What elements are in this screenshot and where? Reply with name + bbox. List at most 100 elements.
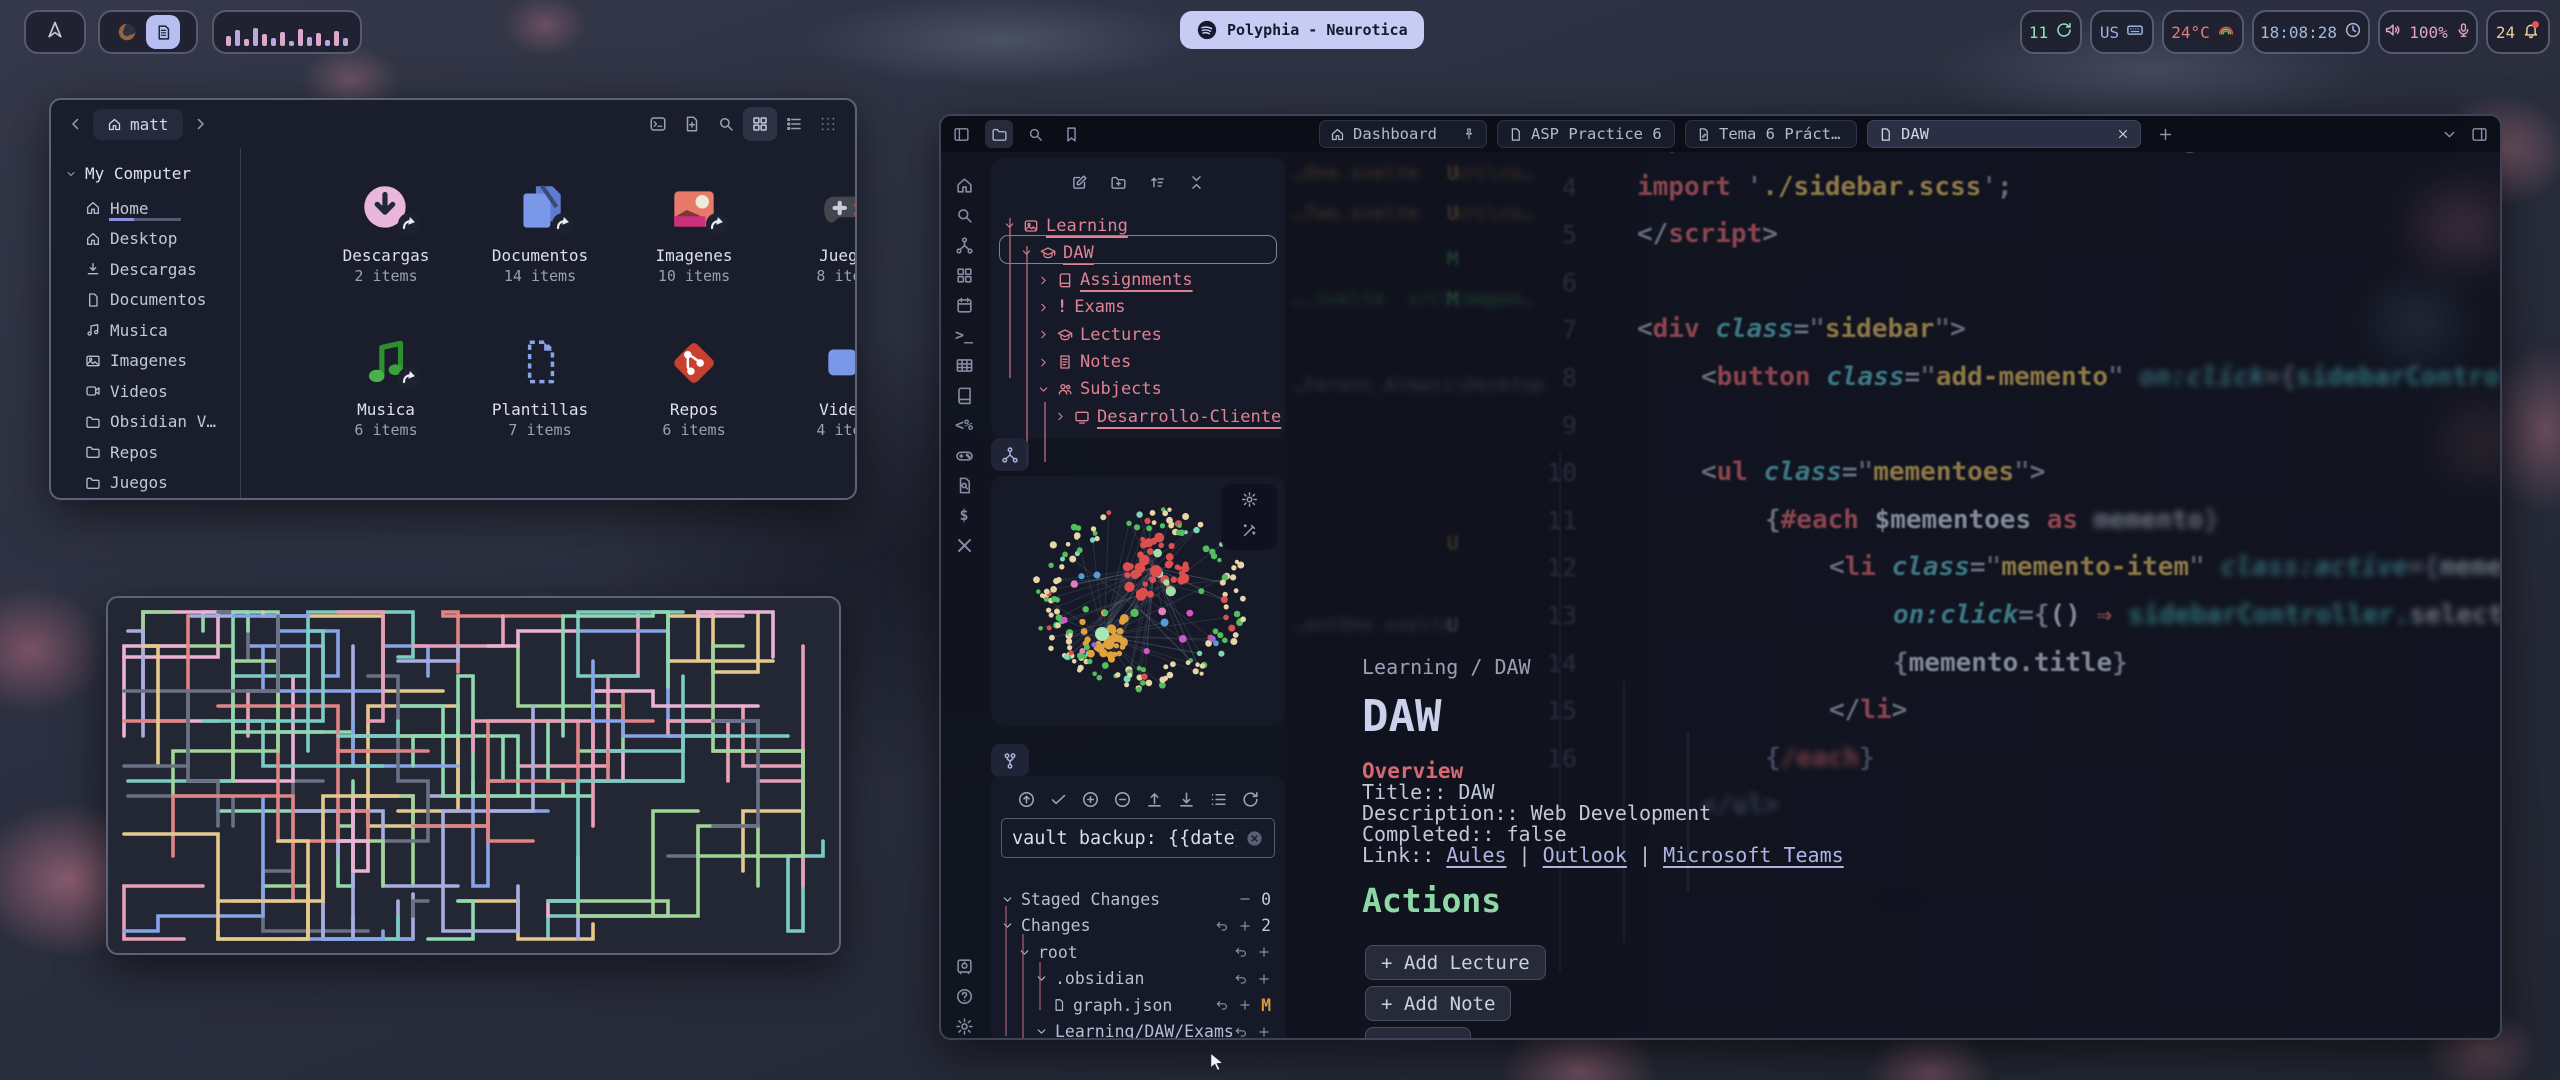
git-plus-icon[interactable] — [1238, 919, 1252, 933]
files-tab-icon[interactable] — [985, 120, 1013, 148]
list-view-button[interactable] — [777, 107, 811, 141]
collapse-all-icon[interactable] — [1188, 174, 1205, 195]
widget-updates[interactable]: 11 — [2020, 10, 2082, 54]
button--add-note[interactable]: + Add Note — [1365, 986, 1511, 1021]
ribbon-help-icon[interactable] — [953, 985, 975, 1007]
ribbon-dollar-icon[interactable]: $ — [953, 504, 975, 526]
git-commit-icon[interactable] — [1049, 790, 1068, 813]
sidebar-item-repos[interactable]: Repos — [51, 437, 240, 468]
sidebar-root-my-computer[interactable]: My Computer — [51, 158, 240, 193]
close-tab-icon[interactable] — [2116, 127, 2130, 141]
graph-filter-wand-icon[interactable] — [1241, 522, 1258, 543]
ribbon-search-icon[interactable] — [953, 204, 975, 226]
git-plus-icon[interactable] — [1238, 998, 1252, 1012]
sidebar-item-documentos[interactable]: Documentos — [51, 285, 240, 316]
widget-volume[interactable]: 100% — [2378, 10, 2478, 54]
ribbon-table-icon[interactable] — [953, 354, 975, 376]
git-refresh-icon[interactable] — [1241, 790, 1260, 813]
search-tab-icon[interactable] — [1021, 120, 1049, 148]
git-row-graph-json[interactable]: graph.jsonM — [1052, 992, 1285, 1018]
git-undo-icon[interactable] — [1234, 1025, 1248, 1039]
ribbon-file-search-icon[interactable] — [953, 474, 975, 496]
toggle-left-sidebar-icon[interactable] — [947, 120, 975, 148]
git-push-icon[interactable] — [1145, 790, 1164, 813]
commit-message-input[interactable]: vault backup: {{date}} — [1001, 818, 1275, 858]
folder-item-documentos[interactable]: Documentos14 items — [470, 180, 610, 285]
widget-clock[interactable]: 18:08:28 — [2252, 10, 2370, 54]
sidebar-item-home[interactable]: Home — [51, 193, 240, 224]
link-aules[interactable]: Aules — [1446, 843, 1506, 867]
git-backup-icon[interactable] — [1017, 790, 1036, 813]
widget-notifications[interactable]: 24 — [2486, 10, 2550, 54]
widget-weather[interactable]: 24°C — [2162, 10, 2244, 54]
nav-back-button[interactable] — [59, 107, 93, 141]
breadcrumb[interactable]: matt — [93, 109, 183, 140]
note-breadcrumb[interactable]: Learning / DAW — [1362, 655, 1531, 679]
sidebar-item-descargas[interactable]: Descargas — [51, 254, 240, 285]
tab-asp-practice-6[interactable]: ASP Practice 6 — [1497, 120, 1675, 148]
folder-item-videos[interactable]: Videos4 items — [778, 334, 857, 439]
nav-forward-button[interactable] — [183, 107, 217, 141]
git-row-root[interactable]: root — [1018, 939, 1285, 965]
ribbon-calendar-icon[interactable] — [953, 294, 975, 316]
local-graph-tab-chip[interactable] — [991, 438, 1029, 471]
git-row-learning-daw-exams[interactable]: Learning/DAW/Exams — [1035, 1019, 1285, 1041]
ribbon-settings-icon[interactable] — [953, 1015, 975, 1037]
git-unstage-all-icon[interactable] — [1113, 790, 1132, 813]
widget-keyboard-layout[interactable]: US — [2090, 10, 2154, 54]
new-note-icon[interactable] — [1071, 174, 1088, 195]
button--add-lecture[interactable]: + Add Lecture — [1365, 945, 1546, 980]
git-plus-icon[interactable] — [1257, 945, 1271, 959]
document-app-icon[interactable] — [146, 15, 180, 49]
git-minus-icon[interactable] — [1238, 892, 1252, 906]
git-row-changes[interactable]: Changes2 — [1001, 913, 1285, 939]
git-pull-icon[interactable] — [1177, 790, 1196, 813]
ribbon-book-icon[interactable] — [953, 384, 975, 406]
ribbon-vault-switcher-icon[interactable] — [953, 955, 975, 977]
sidebar-item-musica[interactable]: Musica — [51, 315, 240, 346]
sidebar-item-videos[interactable]: Videos — [51, 376, 240, 407]
sidebar-item-obsidian-v-[interactable]: Obsidian V… — [51, 407, 240, 438]
tree-item-exams[interactable]: !Exams — [1037, 294, 1125, 321]
git-plus-icon[interactable] — [1257, 972, 1271, 986]
git-undo-icon[interactable] — [1234, 945, 1248, 959]
link-microsoft-teams[interactable]: Microsoft Teams — [1663, 843, 1844, 867]
sort-icon[interactable] — [1149, 174, 1166, 195]
ribbon-terminal-icon[interactable]: >_ — [953, 324, 975, 346]
search-button[interactable] — [709, 107, 743, 141]
folder-item-repos[interactable]: Repos6 items — [624, 334, 764, 439]
bookmarks-tab-icon[interactable] — [1057, 120, 1085, 148]
git-plus-icon[interactable] — [1257, 1025, 1271, 1039]
new-file-button[interactable] — [675, 107, 709, 141]
tree-item-assignments[interactable]: Assignments — [1037, 267, 1193, 294]
sidebar-item-juegos[interactable]: Juegos — [51, 468, 240, 499]
grid-view-button[interactable] — [743, 107, 777, 141]
graph-settings-gear-icon[interactable] — [1241, 491, 1258, 512]
folder-item-juegos[interactable]: Juegos8 items — [778, 180, 857, 285]
tree-item-subjects[interactable]: Subjects — [1037, 376, 1162, 403]
firefox-icon[interactable] — [116, 21, 138, 43]
sidebar-item-partial[interactable] — [51, 498, 240, 500]
folder-item-descargas[interactable]: Descargas2 items — [316, 180, 456, 285]
new-tab-button[interactable] — [2151, 120, 2179, 148]
link-outlook[interactable]: Outlook — [1543, 843, 1627, 867]
ribbon-tools-icon[interactable] — [953, 534, 975, 556]
git-layout-list-icon[interactable] — [1209, 790, 1228, 813]
sidebar-item-desktop[interactable]: Desktop — [51, 224, 240, 255]
git-undo-icon[interactable] — [1215, 919, 1229, 933]
folder-item-musica[interactable]: Musica6 items — [316, 334, 456, 439]
tab-list-chevron-icon[interactable] — [2435, 120, 2463, 148]
media-player-widget[interactable]: Polyphia - Neurotica — [1180, 11, 1424, 49]
tree-item-lectures[interactable]: Lectures — [1037, 321, 1162, 348]
folder-item-plantillas[interactable]: Plantillas7 items — [470, 334, 610, 439]
tab-dashboard[interactable]: Dashboard — [1319, 120, 1487, 148]
launcher-button[interactable] — [24, 10, 86, 54]
sidebar-item-imagenes[interactable]: Imagenes — [51, 346, 240, 377]
ribbon-templater-icon[interactable]: <% — [953, 414, 975, 436]
toggle-right-sidebar-icon[interactable] — [2465, 120, 2493, 148]
git-row-staged-changes[interactable]: Staged Changes0 — [1001, 886, 1285, 912]
git-row--obsidian[interactable]: .obsidian — [1035, 966, 1285, 992]
tree-item-notes[interactable]: Notes — [1037, 349, 1131, 376]
ribbon-graph-icon[interactable] — [953, 234, 975, 256]
git-undo-icon[interactable] — [1215, 998, 1229, 1012]
